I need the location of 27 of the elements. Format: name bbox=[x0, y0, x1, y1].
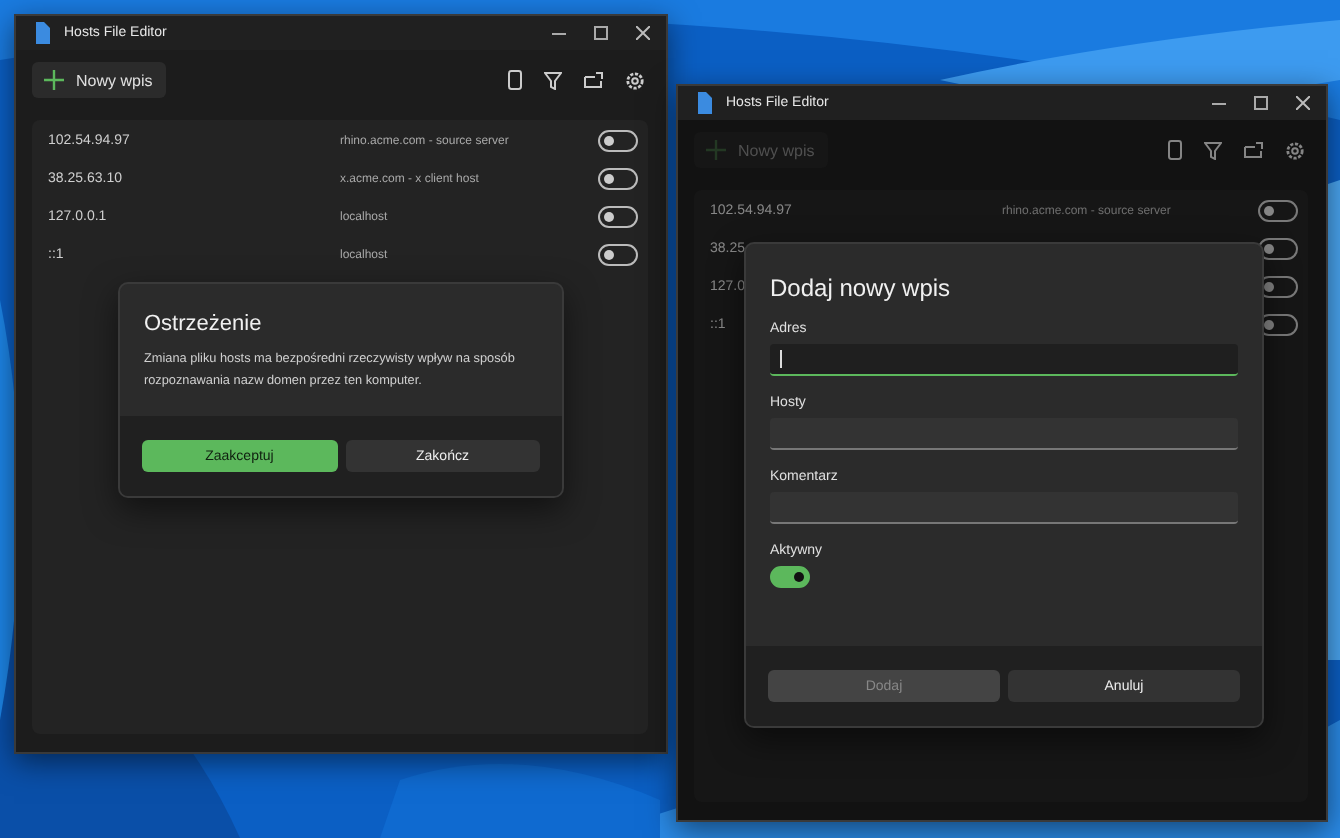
maximize-icon[interactable] bbox=[1254, 96, 1268, 110]
phone-icon[interactable] bbox=[1168, 140, 1182, 160]
plus-icon bbox=[44, 70, 64, 90]
phone-icon[interactable] bbox=[508, 70, 522, 90]
maximize-icon[interactable] bbox=[594, 26, 608, 40]
close-icon[interactable] bbox=[1296, 96, 1310, 110]
dialog-title: Ostrzeżenie bbox=[144, 312, 264, 336]
toggle-switch[interactable] bbox=[598, 168, 638, 190]
close-icon[interactable] bbox=[636, 26, 650, 40]
new-entry-button[interactable]: Nowy wpis bbox=[32, 62, 167, 98]
input-field[interactable] bbox=[770, 344, 1238, 376]
toggle-switch[interactable] bbox=[770, 566, 810, 588]
document-icon bbox=[696, 92, 712, 114]
filter-icon[interactable] bbox=[544, 71, 562, 89]
settings-icon[interactable] bbox=[1286, 141, 1304, 159]
window-arrow-icon[interactable] bbox=[1244, 142, 1264, 158]
toggle-switch[interactable] bbox=[598, 206, 638, 228]
document-icon bbox=[34, 22, 50, 44]
settings-icon[interactable] bbox=[626, 71, 644, 89]
window-arrow-icon[interactable] bbox=[584, 72, 604, 88]
input-field[interactable] bbox=[770, 492, 1238, 524]
toggle-switch[interactable] bbox=[1258, 200, 1298, 222]
toggle-switch[interactable] bbox=[598, 130, 638, 152]
filter-icon[interactable] bbox=[1204, 141, 1222, 159]
dialog-title: Dodaj nowy wpis bbox=[770, 274, 953, 302]
toggle-switch[interactable] bbox=[598, 244, 638, 266]
input-field[interactable] bbox=[770, 418, 1238, 450]
